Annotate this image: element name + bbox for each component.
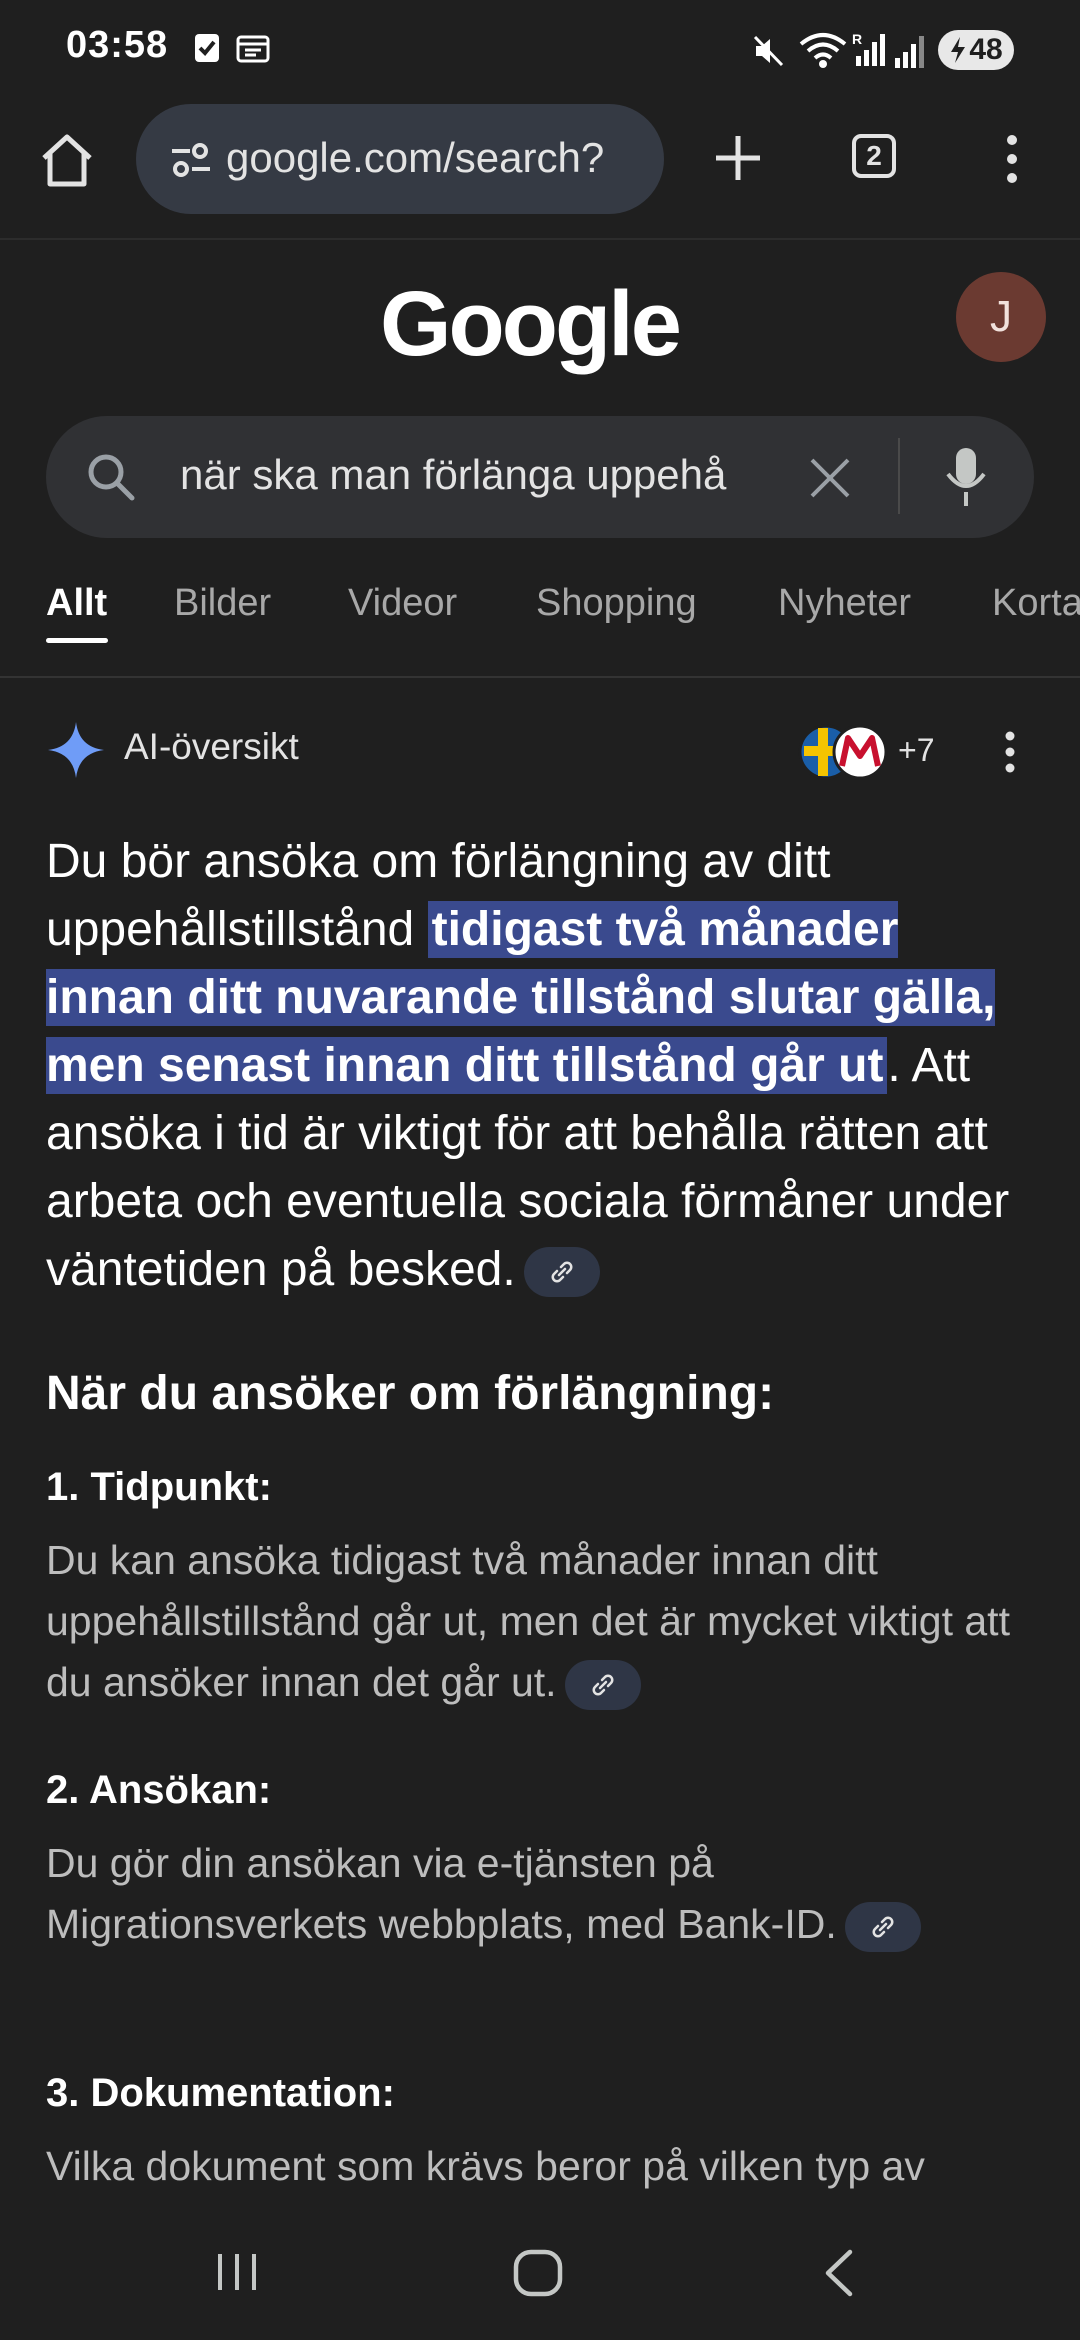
tab-news[interactable]: Nyheter bbox=[778, 582, 911, 625]
new-tab-icon[interactable] bbox=[714, 134, 762, 182]
step-text: Du kan ansöka tidigast två månader innan… bbox=[46, 1530, 1036, 1713]
signal-icon bbox=[895, 36, 924, 68]
source-link-chip[interactable] bbox=[564, 1660, 641, 1711]
battery-indicator: 48 bbox=[938, 30, 1014, 70]
step-text: Du gör din ansökan via e-tjänsten på Mig… bbox=[46, 1833, 1036, 1955]
ai-overview-more-icon[interactable] bbox=[1000, 730, 1020, 774]
clear-search-icon[interactable] bbox=[808, 456, 852, 500]
link-icon bbox=[872, 1916, 894, 1938]
home-nav-icon[interactable] bbox=[512, 2248, 564, 2298]
ai-answer: Du bör ansöka om förlängning av ditt upp… bbox=[46, 828, 1036, 1304]
tab-images[interactable]: Bilder bbox=[174, 582, 271, 625]
signal-roaming-icon: R bbox=[852, 31, 885, 66]
search-divider bbox=[898, 438, 900, 514]
mute-icon bbox=[753, 35, 784, 67]
tab-videos[interactable]: Videor bbox=[348, 582, 457, 625]
battery-level: 48 bbox=[969, 33, 1003, 66]
calendar-icon bbox=[236, 35, 270, 63]
checklist-icon bbox=[195, 34, 219, 62]
gemini-sparkle-icon bbox=[48, 722, 104, 778]
step-1-text: Du kan ansöka tidigast två månader innan… bbox=[46, 1537, 1010, 1705]
source-link-chip[interactable] bbox=[844, 1902, 921, 1953]
tab-maps[interactable]: Korta bbox=[992, 582, 1080, 625]
tab-shopping[interactable]: Shopping bbox=[536, 582, 697, 625]
voice-search-icon[interactable] bbox=[944, 446, 988, 508]
home-icon[interactable] bbox=[38, 132, 96, 188]
active-tab-indicator bbox=[46, 638, 108, 643]
section-heading: När du ansöker om förlängning: bbox=[46, 1367, 775, 1420]
search-input[interactable]: när ska man förlänga uppehå bbox=[180, 451, 760, 499]
step-text: Vilka dokument som krävs beror på vilken… bbox=[46, 2143, 925, 2189]
recent-apps-icon[interactable] bbox=[214, 2250, 260, 2294]
step-title: 3. Dokumentation: bbox=[46, 2071, 395, 2115]
url-text[interactable]: google.com/search? bbox=[226, 134, 604, 182]
step-title: 2. Ansökan: bbox=[46, 1768, 272, 1812]
link-icon bbox=[592, 1674, 614, 1696]
svg-text:R: R bbox=[852, 31, 862, 47]
google-logo[interactable]: Google bbox=[380, 272, 682, 377]
link-icon bbox=[551, 1261, 573, 1283]
step-2-text: Du gör din ansökan via e-tjänsten på Mig… bbox=[46, 1840, 837, 1947]
address-bar[interactable]: google.com/search? bbox=[136, 104, 664, 214]
tab-all[interactable]: Allt bbox=[46, 582, 107, 625]
tab-switcher-button[interactable]: 2 bbox=[852, 134, 896, 178]
step-title: 1. Tidpunkt: bbox=[46, 1465, 272, 1509]
source-link-chip[interactable] bbox=[523, 1247, 600, 1298]
source-favicons[interactable] bbox=[798, 722, 890, 780]
charging-bolt-icon bbox=[951, 37, 966, 63]
search-icon bbox=[88, 454, 135, 501]
source-count[interactable]: +7 bbox=[898, 732, 934, 769]
ai-overview-title: AI-översikt bbox=[124, 726, 299, 767]
account-avatar[interactable]: J bbox=[956, 272, 1046, 362]
status-time: 03:58 bbox=[66, 24, 169, 66]
back-icon[interactable] bbox=[822, 2248, 856, 2298]
more-menu-icon[interactable] bbox=[1000, 134, 1024, 184]
search-tabs: Allt Bilder Videor Shopping Nyheter Kort… bbox=[0, 570, 1080, 678]
wifi-icon bbox=[799, 33, 847, 68]
site-settings-icon[interactable] bbox=[170, 142, 212, 178]
